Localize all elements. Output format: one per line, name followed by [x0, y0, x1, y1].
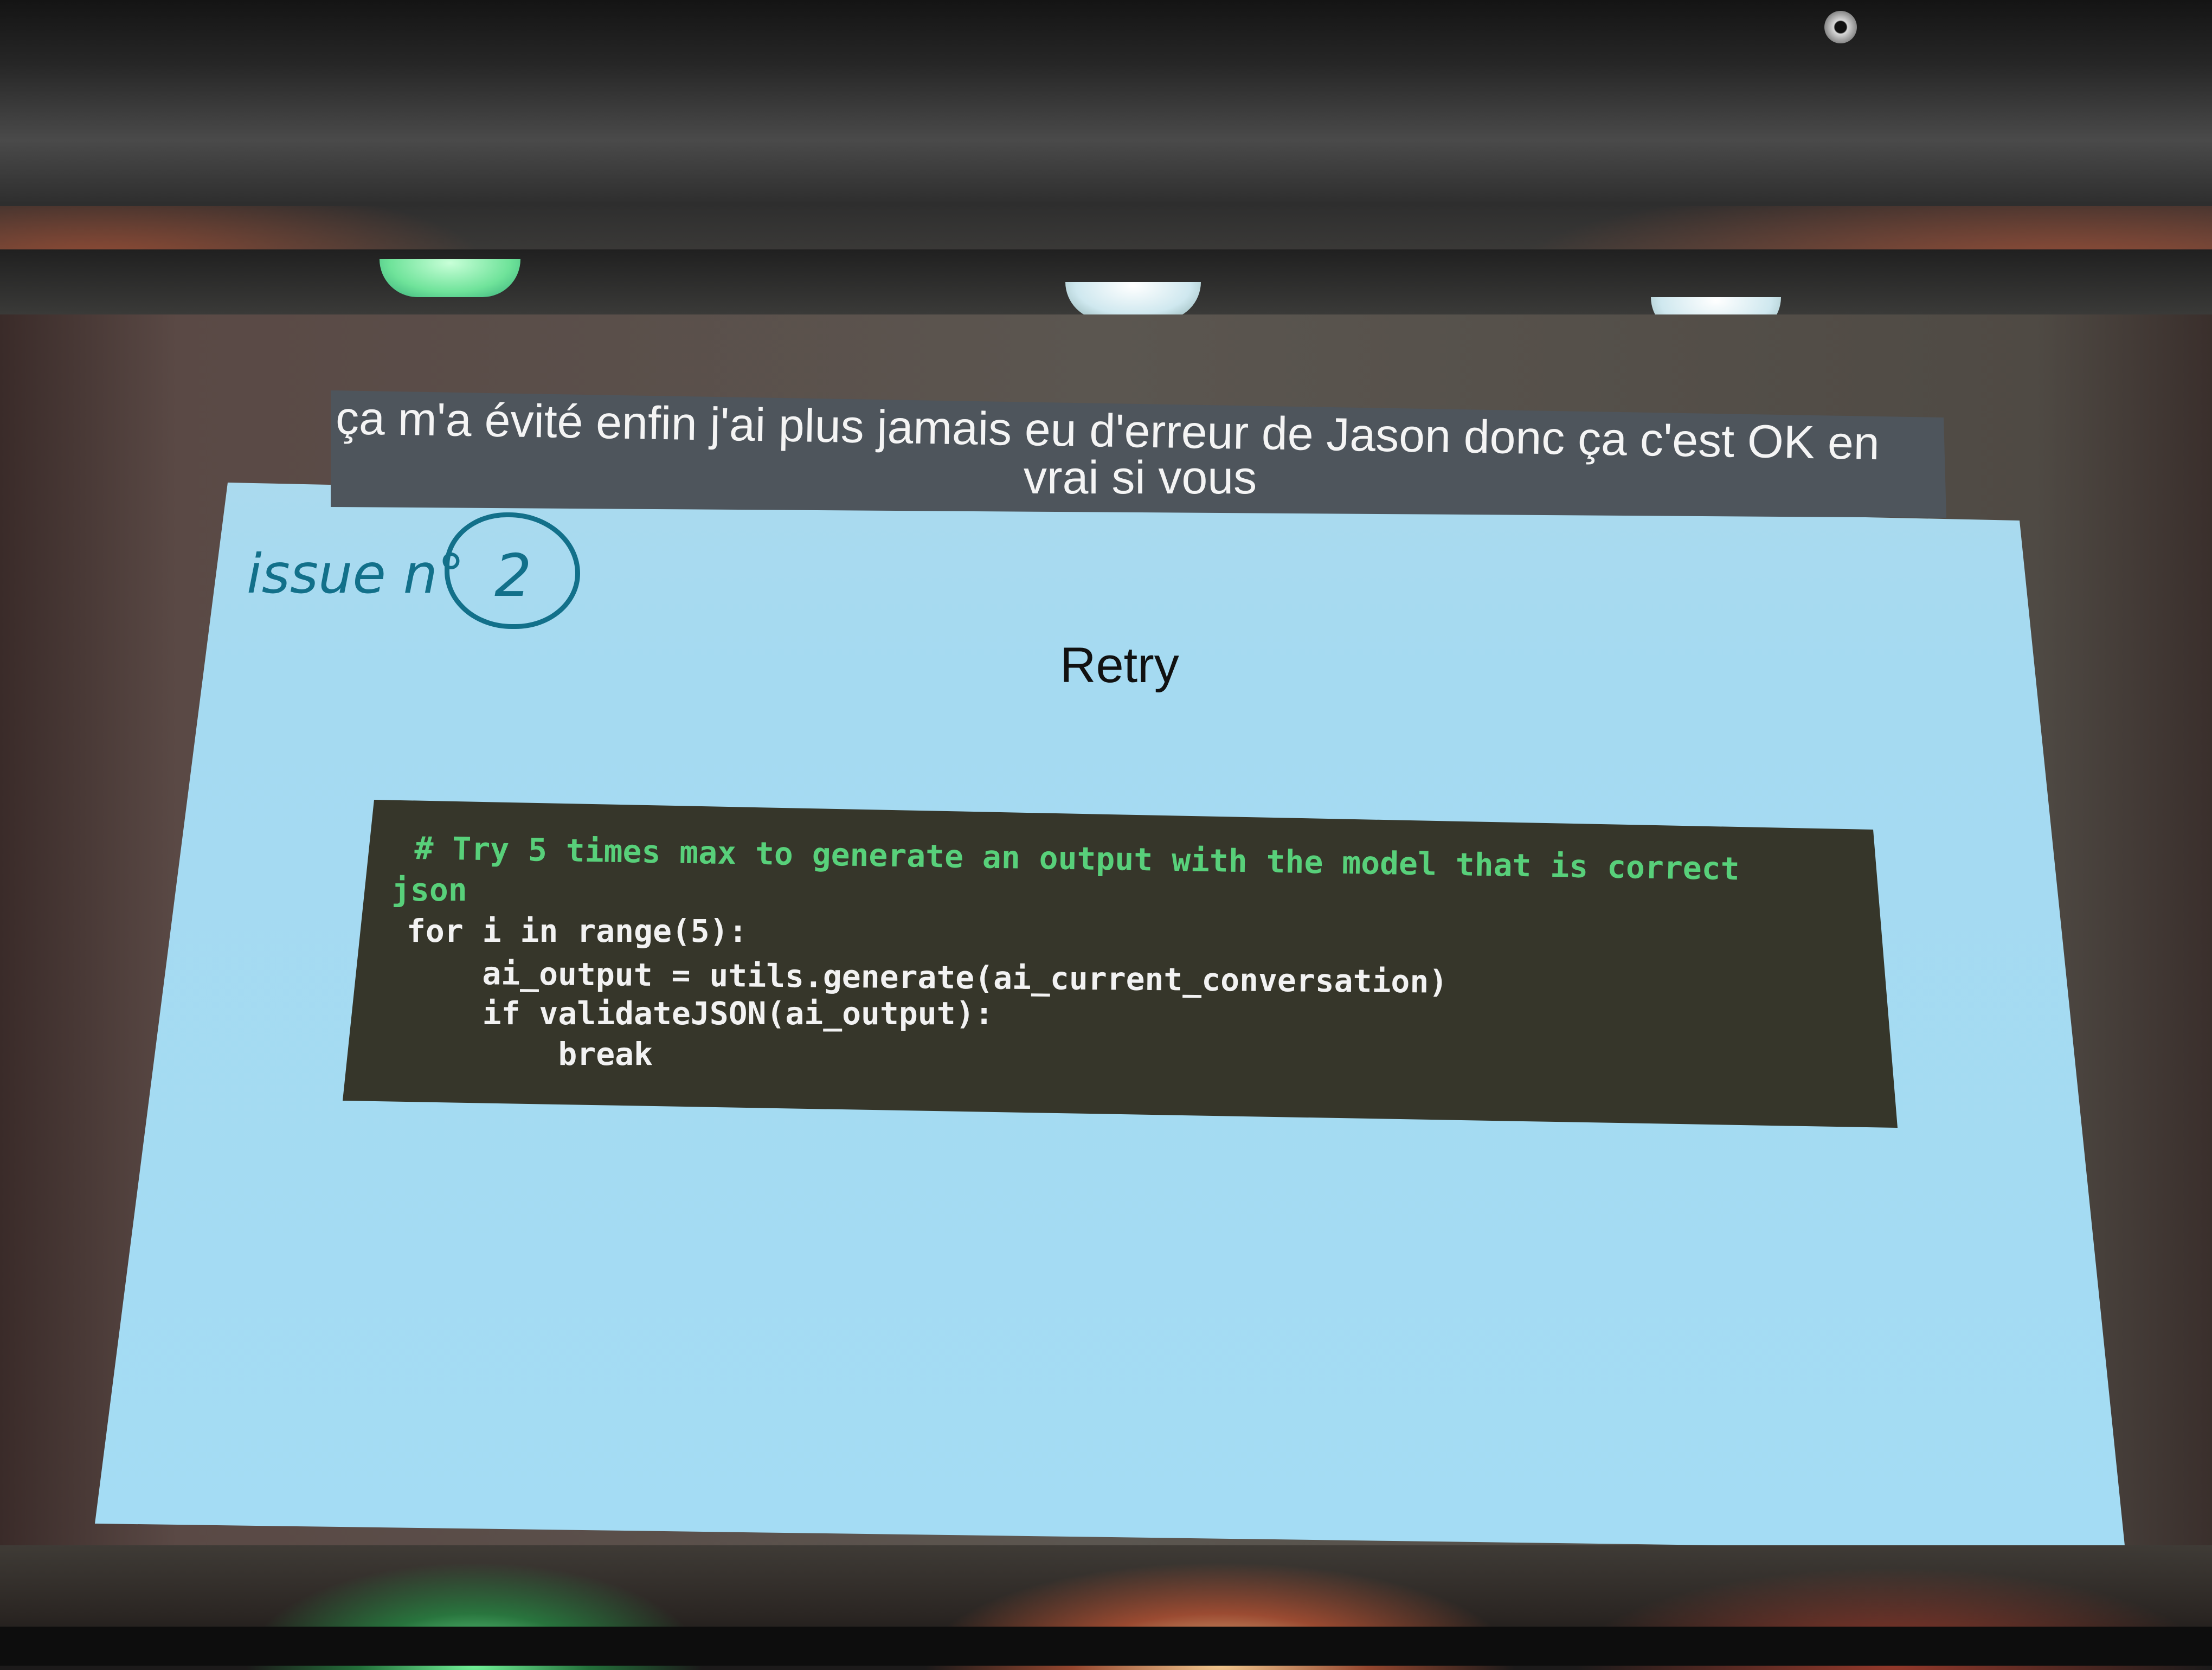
- issue-label: issue n°: [247, 542, 465, 606]
- slide-title: Retry: [1060, 638, 1179, 693]
- issue-number: 2: [494, 542, 532, 610]
- code-line-break: break: [407, 1036, 653, 1072]
- code-line-for: for i in range(5):: [407, 913, 748, 949]
- code-comment-line-2: json: [391, 871, 467, 908]
- ceiling-camera-icon: [1824, 11, 1857, 43]
- code-line-if: if validateJSON(ai_output):: [407, 995, 994, 1032]
- stage-floor: [0, 1627, 2212, 1666]
- code-line-assign: ai_output = utils.generate(ai_current_co…: [406, 954, 1448, 1000]
- ceiling-light-left: [380, 259, 520, 297]
- subtitle-line-2: vrai si vous: [1024, 452, 1257, 504]
